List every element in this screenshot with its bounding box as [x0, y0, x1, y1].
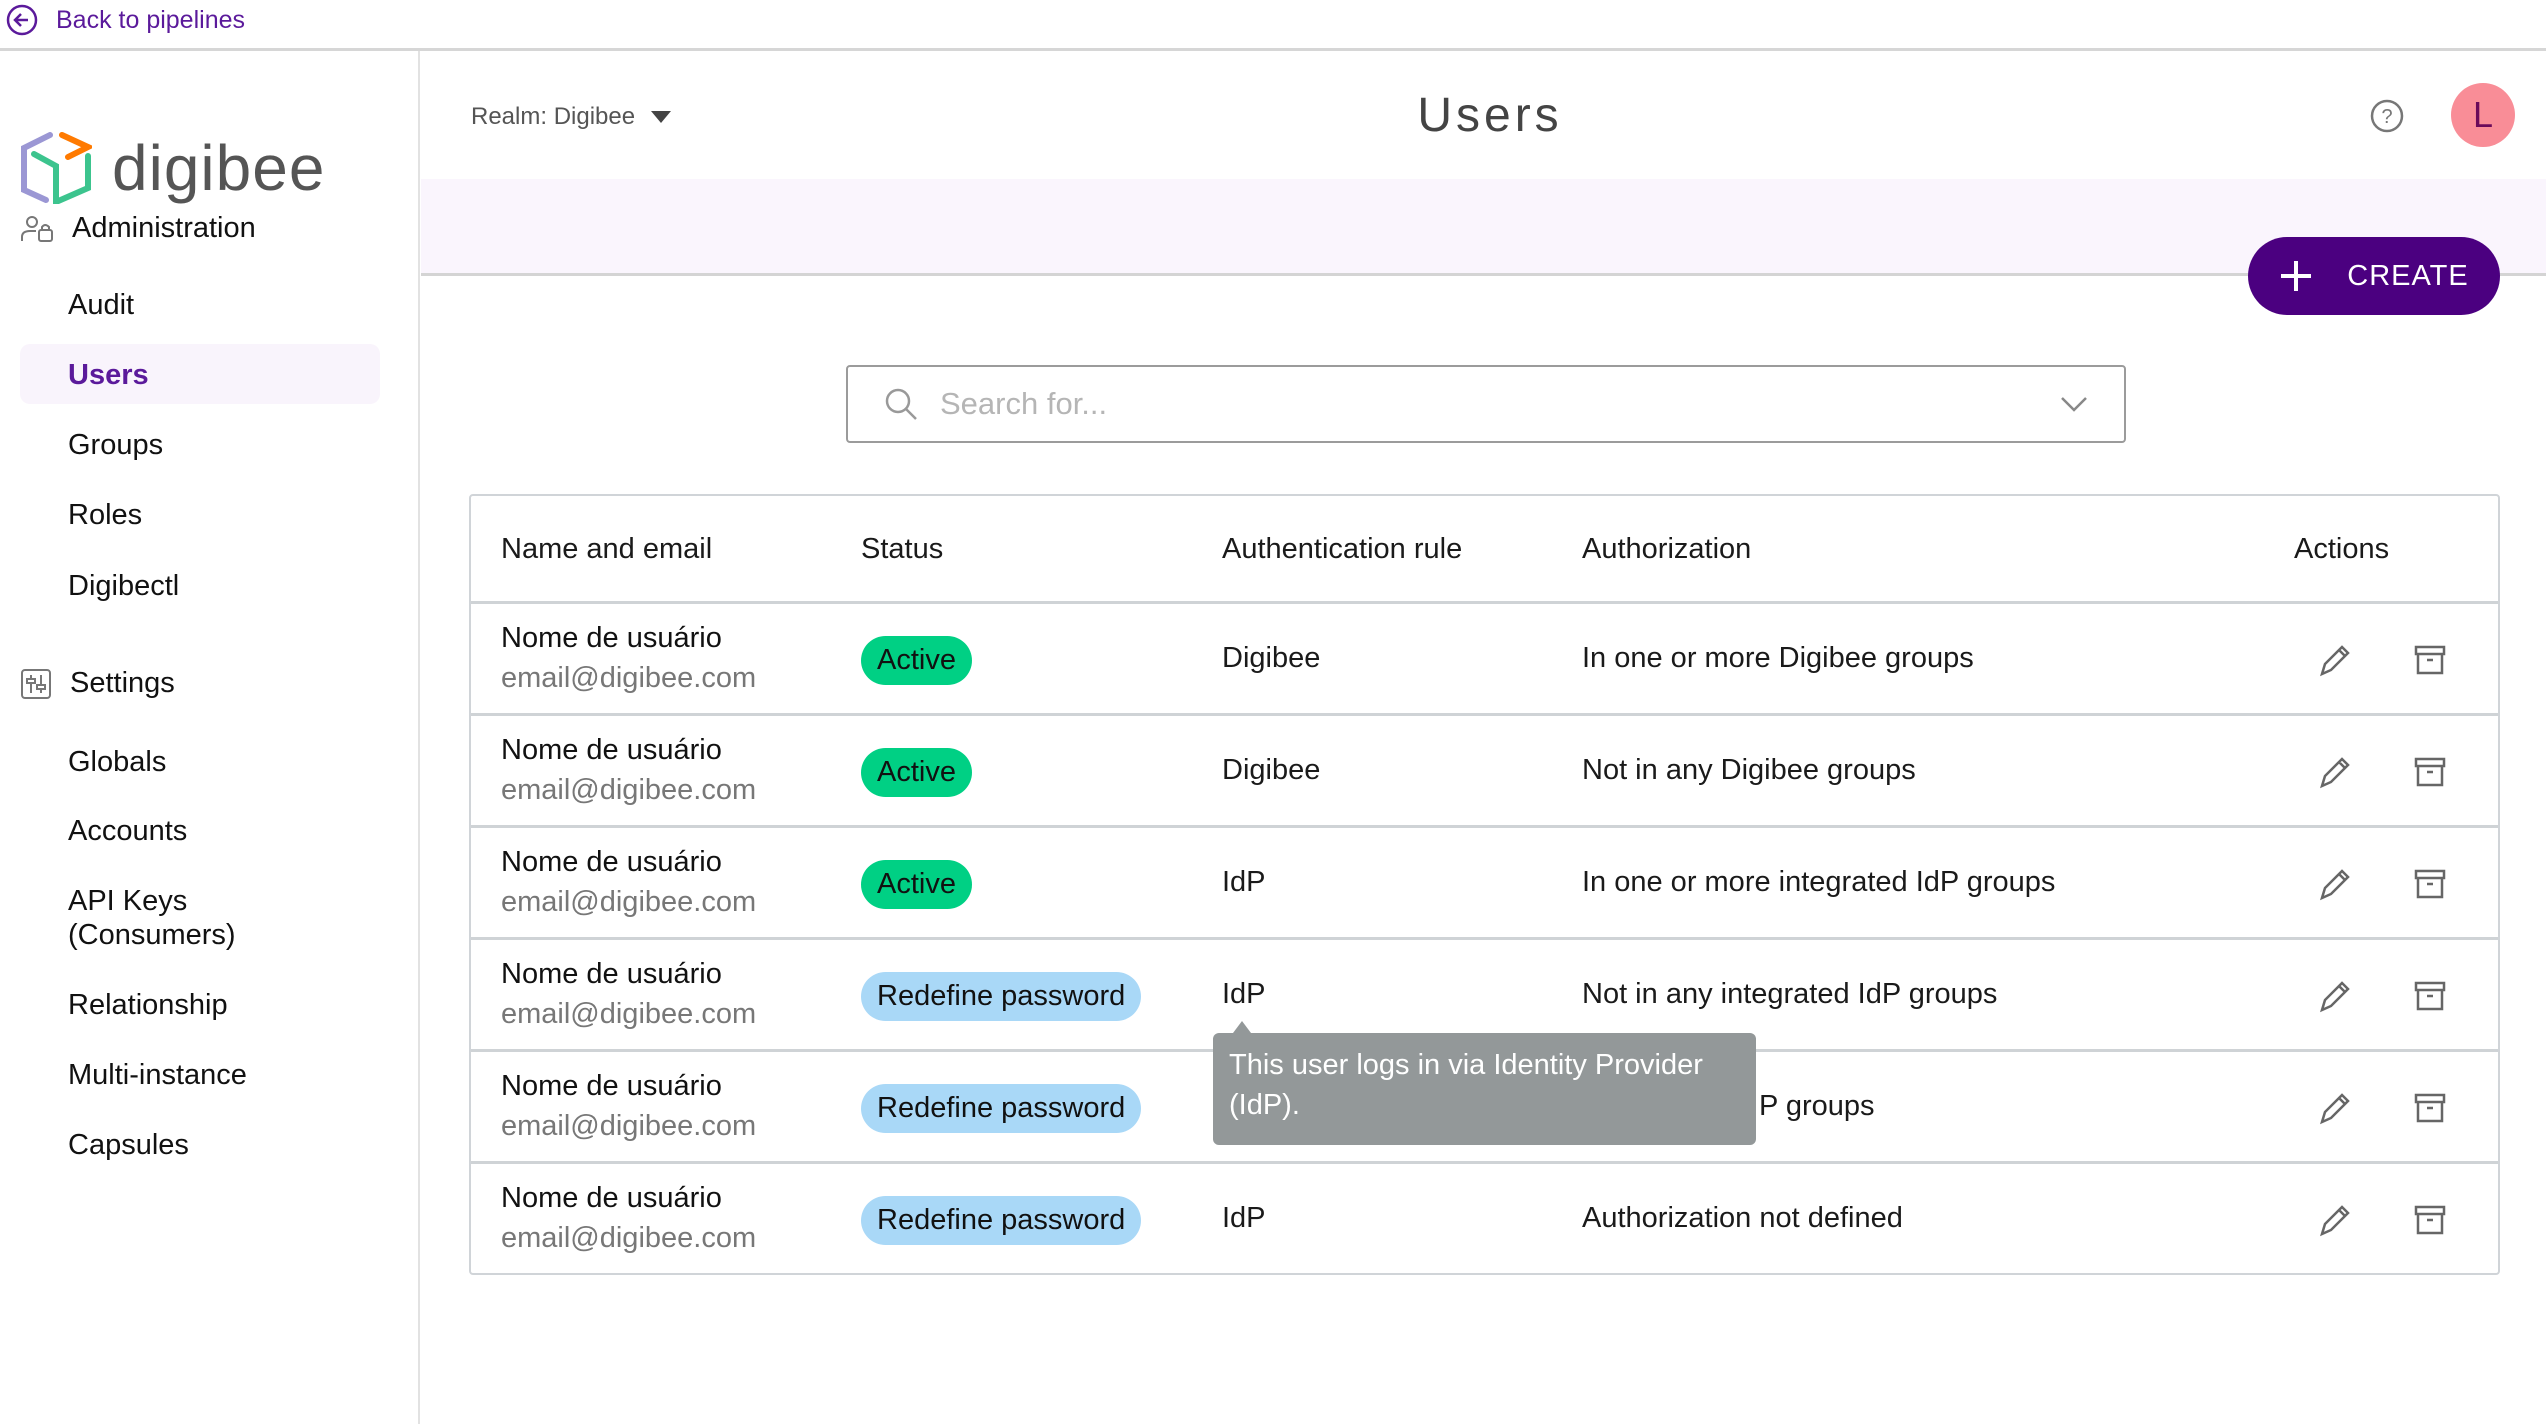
- authorization: In one or more Digibee groups: [1582, 642, 1974, 674]
- table-row: Nome de usuário email@digibee.com Redefi…: [471, 1164, 2498, 1276]
- user-email: email@digibee.com: [501, 1110, 757, 1142]
- archive-icon[interactable]: [2410, 640, 2450, 680]
- idp-tooltip: This user logs in via Identity Provider …: [1213, 1021, 1756, 1145]
- arrow-left-circle-icon: [6, 4, 38, 36]
- brand-name: digibee: [112, 132, 326, 204]
- column-header-auth-rule: Authentication rule: [1222, 533, 1463, 565]
- user-email: email@digibee.com: [501, 886, 757, 918]
- status-badge: Redefine password: [861, 1196, 1142, 1245]
- sidebar-item-users[interactable]: Users: [68, 358, 149, 392]
- search-icon: [885, 388, 917, 420]
- archive-icon[interactable]: [2410, 864, 2450, 904]
- authorization: In one or more integrated IdP groups: [1582, 866, 2056, 898]
- edit-pencil-icon[interactable]: [2314, 752, 2354, 792]
- archive-icon[interactable]: [2410, 752, 2450, 792]
- sidebar-item-groups[interactable]: Groups: [68, 428, 163, 462]
- authorization: Not in any integrated IdP groups: [1582, 978, 1998, 1010]
- plus-icon: [2281, 261, 2312, 291]
- administration-label: Administration: [72, 212, 256, 244]
- edit-pencil-icon[interactable]: [2314, 864, 2354, 904]
- sidebar-item-accounts[interactable]: Accounts: [68, 814, 187, 848]
- sidebar-item-relationship[interactable]: Relationship: [68, 988, 228, 1022]
- settings-label: Settings: [70, 667, 175, 699]
- column-header-actions: Actions: [2294, 533, 2390, 565]
- status-badge: Active: [861, 636, 972, 685]
- toolbar-band: [421, 179, 2546, 276]
- user-email: email@digibee.com: [501, 774, 757, 806]
- realm-label: Realm: Digibee: [471, 103, 636, 130]
- authorization: Not in any Digibee groups: [1582, 754, 1916, 786]
- settings-sliders-icon: [21, 668, 51, 699]
- auth-rule: IdP: [1222, 866, 1266, 898]
- search-input[interactable]: [940, 386, 2038, 422]
- back-label: Back to pipelines: [56, 5, 246, 34]
- sidebar-item-multi-instance[interactable]: Multi-instance: [68, 1058, 247, 1092]
- table-row: Nome de usuário email@digibee.com Active…: [471, 716, 2498, 828]
- edit-pencil-icon[interactable]: [2314, 976, 2354, 1016]
- archive-icon[interactable]: [2410, 976, 2450, 1016]
- user-lock-icon: [21, 215, 53, 242]
- search-box[interactable]: [846, 365, 2126, 443]
- user-email: email@digibee.com: [501, 662, 757, 694]
- svg-text:?: ?: [2381, 106, 2392, 128]
- chevron-down-icon[interactable]: [2060, 396, 2088, 412]
- user-email: email@digibee.com: [501, 1222, 757, 1254]
- top-bar: Back to pipelines: [0, 0, 2546, 51]
- column-header-authorization: Authorization: [1582, 533, 1752, 565]
- sidebar-item-roles[interactable]: Roles: [68, 498, 142, 532]
- sidebar-item-audit[interactable]: Audit: [68, 288, 134, 322]
- status-badge: Active: [861, 748, 972, 797]
- sidebar-item-api-keys[interactable]: API Keys (Consumers): [68, 884, 236, 952]
- auth-rule: IdP: [1222, 978, 1266, 1010]
- sidebar-item-digibectl[interactable]: Digibectl: [68, 569, 179, 603]
- user-name: Nome de usuário: [501, 1070, 722, 1102]
- table-row: Nome de usuário email@digibee.com Active…: [471, 604, 2498, 716]
- table-header-row: Name and email Status Authentication rul…: [471, 496, 2498, 604]
- page-title: Users: [1417, 89, 1563, 142]
- back-to-pipelines-link[interactable]: Back to pipelines: [6, 4, 245, 36]
- user-avatar[interactable]: L: [2451, 83, 2515, 147]
- archive-icon[interactable]: [2410, 1200, 2450, 1240]
- digibee-logo[interactable]: digibee: [20, 131, 325, 205]
- auth-rule: Digibee: [1222, 642, 1321, 674]
- create-label: CREATE: [2347, 259, 2469, 292]
- sidebar-item-capsules[interactable]: Capsules: [68, 1128, 189, 1162]
- column-header-status: Status: [861, 533, 944, 565]
- help-icon[interactable]: ?: [2370, 99, 2404, 133]
- status-badge: Redefine password: [861, 972, 1142, 1021]
- nav-section-settings[interactable]: Settings: [20, 667, 175, 700]
- auth-rule: IdP: [1222, 1202, 1266, 1234]
- sidebar: digibee Administration Audit Users Group…: [0, 51, 420, 1424]
- create-button[interactable]: CREATE: [2248, 237, 2500, 315]
- authorization: Authorization not defined: [1582, 1202, 1903, 1234]
- users-table: Name and email Status Authentication rul…: [469, 494, 2500, 1275]
- archive-icon[interactable]: [2410, 1088, 2450, 1128]
- column-header-name: Name and email: [501, 533, 713, 565]
- authorization: P groups: [1759, 1090, 1875, 1122]
- status-badge: Redefine password: [861, 1084, 1142, 1133]
- cube-logo-icon: [21, 132, 92, 204]
- sidebar-item-globals[interactable]: Globals: [68, 745, 166, 779]
- realm-selector[interactable]: Realm: Digibee: [471, 103, 672, 131]
- user-name: Nome de usuário: [501, 622, 722, 654]
- edit-pencil-icon[interactable]: [2314, 640, 2354, 680]
- user-email: email@digibee.com: [501, 998, 757, 1030]
- user-name: Nome de usuário: [501, 958, 722, 990]
- table-row: Nome de usuário email@digibee.com Active…: [471, 828, 2498, 940]
- auth-rule: Digibee: [1222, 754, 1321, 786]
- nav-section-administration[interactable]: Administration: [20, 212, 256, 245]
- user-name: Nome de usuário: [501, 846, 722, 878]
- edit-pencil-icon[interactable]: [2314, 1088, 2354, 1128]
- user-name: Nome de usuário: [501, 1182, 722, 1214]
- status-badge: Active: [861, 860, 972, 909]
- edit-pencil-icon[interactable]: [2314, 1200, 2354, 1240]
- user-name: Nome de usuário: [501, 734, 722, 766]
- caret-down-icon: [651, 111, 672, 123]
